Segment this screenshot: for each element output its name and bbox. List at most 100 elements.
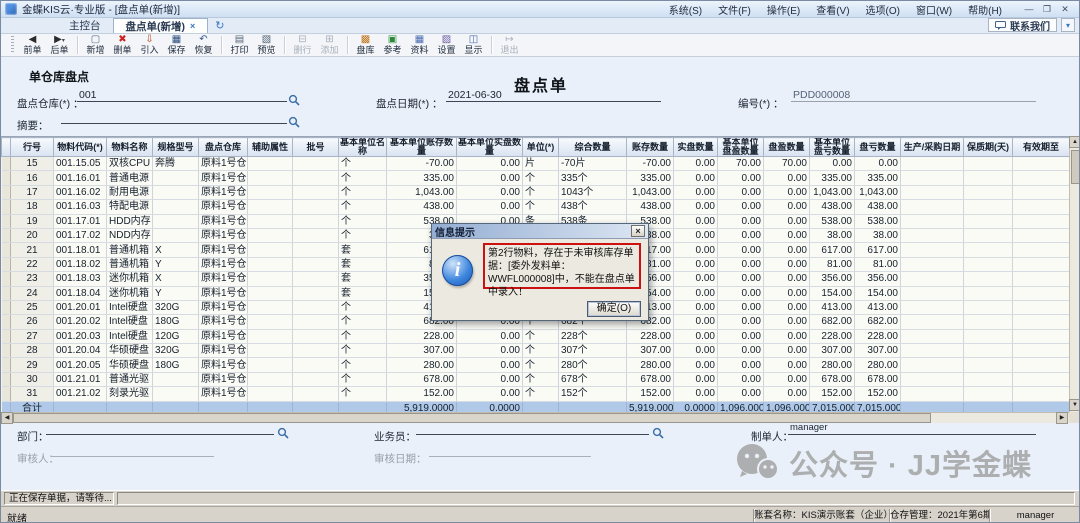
toolbar-button-next-doc[interactable]: ▶▾后单 (46, 34, 73, 56)
grid-cell[interactable]: 原料1号仓 (199, 200, 248, 214)
grid-cell[interactable]: 0.00 (855, 157, 901, 171)
grid-cell[interactable]: 38.00 (810, 228, 855, 242)
grid-cell[interactable] (901, 387, 964, 401)
salesman-input[interactable] (416, 422, 649, 435)
grid-cell[interactable] (293, 214, 339, 228)
row-selector[interactable] (2, 200, 11, 214)
grid-cell[interactable] (153, 200, 199, 214)
grid-cell[interactable]: 228.00 (810, 329, 855, 343)
grid-cell[interactable]: 华硕硬盘 (107, 344, 153, 358)
menubar-item[interactable]: 查看(V) (809, 2, 856, 17)
vertical-scroll-thumb[interactable] (1071, 150, 1080, 184)
grid-cell[interactable]: 0.00 (718, 257, 764, 271)
grid-cell[interactable]: 0.00 (764, 243, 810, 257)
grid-cell[interactable]: 81.00 (810, 257, 855, 271)
ok-button[interactable]: 确定(O) (587, 301, 641, 317)
grid-cell[interactable]: 678.00 (627, 372, 674, 386)
grid-cell[interactable]: 001.16.03 (54, 200, 107, 214)
grid-cell[interactable]: 356.00 (810, 272, 855, 286)
grid-cell[interactable]: 0.00 (718, 200, 764, 214)
grid-cell[interactable]: 0.00 (674, 329, 718, 343)
vertical-scrollbar[interactable]: ▲ ▼ (1069, 136, 1080, 412)
grid-cell[interactable]: -70片 (559, 157, 627, 171)
grid-cell[interactable] (1013, 387, 1070, 401)
grid-cell[interactable]: 152.00 (810, 387, 855, 401)
grid-cell[interactable]: 个 (339, 372, 387, 386)
scroll-up-icon[interactable]: ▲ (1069, 136, 1080, 148)
grid-cell[interactable]: 617.00 (810, 243, 855, 257)
grid-cell[interactable]: 81.00 (855, 257, 901, 271)
grid-cell[interactable]: 套 (339, 272, 387, 286)
grid-cell[interactable]: 原料1号仓 (199, 157, 248, 171)
grid-cell[interactable]: 29 (11, 358, 54, 372)
grid-cell[interactable] (1013, 358, 1070, 372)
grid-cell[interactable]: 0.00 (718, 214, 764, 228)
grid-cell[interactable]: 538.00 (810, 214, 855, 228)
dept-lookup-icon[interactable] (277, 427, 289, 439)
grid-cell[interactable]: 17 (11, 185, 54, 199)
grid-cell[interactable]: 24 (11, 286, 54, 300)
grid-cell[interactable]: 280个 (559, 358, 627, 372)
grid-cell[interactable]: 682.00 (855, 315, 901, 329)
tab-main-console[interactable]: 主控台 (57, 18, 113, 33)
doc-no-input[interactable]: PDD000008 (791, 89, 1036, 102)
grid-cell[interactable] (1013, 214, 1070, 228)
grid-cell[interactable] (153, 214, 199, 228)
grid-cell[interactable]: 31 (11, 387, 54, 401)
grid-cell[interactable] (964, 387, 1013, 401)
grid-cell[interactable]: 320G (153, 344, 199, 358)
grid-cell[interactable]: 001.20.02 (54, 315, 107, 329)
grid-cell[interactable]: 片 (523, 157, 559, 171)
row-selector[interactable] (2, 272, 11, 286)
grid-cell[interactable]: 438.00 (855, 200, 901, 214)
grid-cell[interactable] (248, 272, 293, 286)
grid-cell[interactable]: 0.00 (764, 200, 810, 214)
grid-cell[interactable]: 0.00 (764, 228, 810, 242)
grid-cell[interactable]: 18 (11, 200, 54, 214)
grid-cell[interactable]: 原料1号仓 (199, 185, 248, 199)
toolbar-button-restore[interactable]: ↶恢复 (190, 34, 217, 56)
grid-cell[interactable] (1013, 243, 1070, 257)
grid-cell[interactable]: 0.00 (718, 228, 764, 242)
grid-cell[interactable]: 个 (339, 300, 387, 314)
menubar-item[interactable]: 系统(S) (662, 2, 709, 17)
grid-cell[interactable]: 154.00 (855, 286, 901, 300)
grid-cell[interactable]: 个 (523, 185, 559, 199)
column-header[interactable]: 综合数量 (559, 138, 627, 157)
grid-cell[interactable]: 228个 (559, 329, 627, 343)
grid-cell[interactable]: X (153, 272, 199, 286)
grid-cell[interactable]: 0.00 (674, 257, 718, 271)
toolbar-button-settings[interactable]: ▨设置 (433, 34, 460, 56)
grid-cell[interactable]: 120G (153, 329, 199, 343)
grid-cell[interactable] (293, 185, 339, 199)
grid-cell[interactable] (901, 185, 964, 199)
grid-cell[interactable]: 0.00 (674, 315, 718, 329)
grid-cell[interactable]: 原料1号仓 (199, 272, 248, 286)
grid-cell[interactable]: 0.00 (764, 214, 810, 228)
grid-cell[interactable] (1013, 171, 1070, 185)
grid-cell[interactable] (901, 272, 964, 286)
menubar-item[interactable]: 帮助(H) (961, 2, 1009, 17)
grid-cell[interactable] (293, 300, 339, 314)
grid-cell[interactable]: 001.18.04 (54, 286, 107, 300)
grid-cell[interactable]: Intel硬盘 (107, 300, 153, 314)
grid-cell[interactable] (964, 372, 1013, 386)
grid-cell[interactable] (964, 257, 1013, 271)
grid-cell[interactable] (901, 228, 964, 242)
column-header[interactable]: 批号 (293, 138, 339, 157)
warehouse-lookup-icon[interactable] (288, 94, 300, 106)
grid-cell[interactable]: 双核CPU (107, 157, 153, 171)
grid-cell[interactable]: 678个 (559, 372, 627, 386)
grid-cell[interactable]: 152.00 (855, 387, 901, 401)
grid-cell[interactable]: 个 (339, 228, 387, 242)
grid-cell[interactable]: 001.18.01 (54, 243, 107, 257)
grid-cell[interactable]: 0.00 (457, 344, 523, 358)
grid-cell[interactable]: 个 (339, 214, 387, 228)
grid-cell[interactable]: 152个 (559, 387, 627, 401)
grid-cell[interactable]: 刻录光驱 (107, 387, 153, 401)
grid-cell[interactable]: 个 (523, 358, 559, 372)
grid-cell[interactable]: 0.00 (674, 243, 718, 257)
grid-cell[interactable] (901, 315, 964, 329)
grid-cell[interactable] (293, 358, 339, 372)
grid-cell[interactable] (293, 157, 339, 171)
